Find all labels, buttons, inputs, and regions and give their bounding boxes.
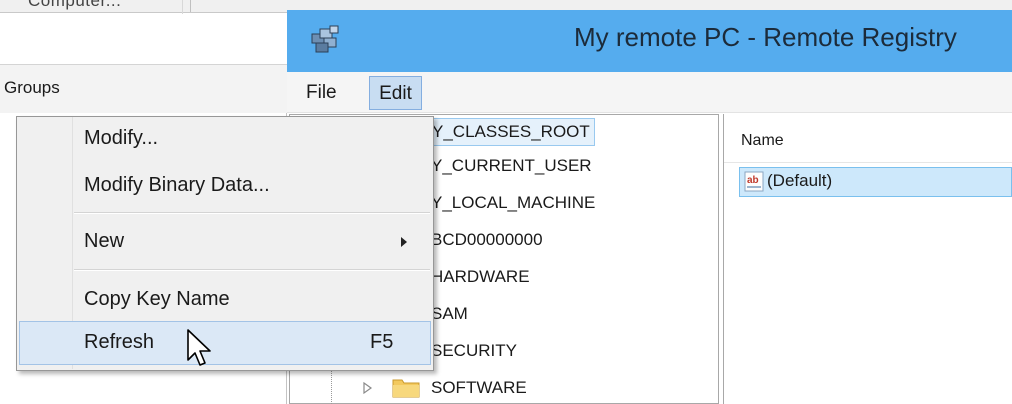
window-title: My remote PC - Remote Registry [574, 22, 957, 52]
tree-item-software[interactable]: SOFTWARE [431, 375, 527, 401]
groups-label: Groups [4, 78, 60, 97]
context-item-refresh[interactable]: Refresh [84, 331, 154, 354]
top-tab-label[interactable]: Computer... [28, 0, 121, 11]
column-header-divider [724, 162, 1012, 163]
value-name-default: (Default) [767, 171, 833, 190]
context-item-new[interactable]: New [84, 230, 124, 253]
expand-arrow-icon[interactable] [362, 381, 374, 395]
context-separator [74, 269, 430, 271]
svg-text:ab: ab [747, 175, 759, 186]
column-header-name[interactable]: Name [741, 132, 784, 150]
menu-file[interactable]: File [300, 76, 343, 110]
menu-edit[interactable]: Edit [369, 76, 422, 110]
tree-item-sam[interactable]: SAM [431, 301, 468, 327]
mouse-cursor-icon [187, 329, 211, 366]
tree-item-security[interactable]: SECURITY [431, 338, 517, 364]
context-item-refresh-shortcut: F5 [370, 331, 394, 353]
context-item-copy-key-name[interactable]: Copy Key Name [84, 288, 230, 311]
context-item-modify[interactable]: Modify... [84, 127, 158, 150]
submenu-arrow-icon [401, 237, 407, 247]
values-pane[interactable] [723, 114, 1012, 404]
tree-item-classes-root[interactable]: Y_CLASSES_ROOT [431, 118, 595, 146]
tree-item-local-machine[interactable]: Y_LOCAL_MACHINE [431, 190, 595, 216]
string-value-icon: ab [744, 171, 764, 192]
tree-item-current-user[interactable]: Y_CURRENT_USER [431, 153, 592, 179]
top-field [190, 0, 287, 12]
tree-item-bcd[interactable]: BCD00000000 [431, 227, 543, 253]
registry-icon [311, 25, 339, 53]
folder-icon [392, 379, 420, 398]
context-item-modify-binary[interactable]: Modify Binary Data... [84, 174, 270, 197]
context-separator [74, 212, 430, 214]
host-left-panel [0, 14, 290, 64]
tree-item-hardware[interactable]: HARDWARE [431, 264, 530, 290]
